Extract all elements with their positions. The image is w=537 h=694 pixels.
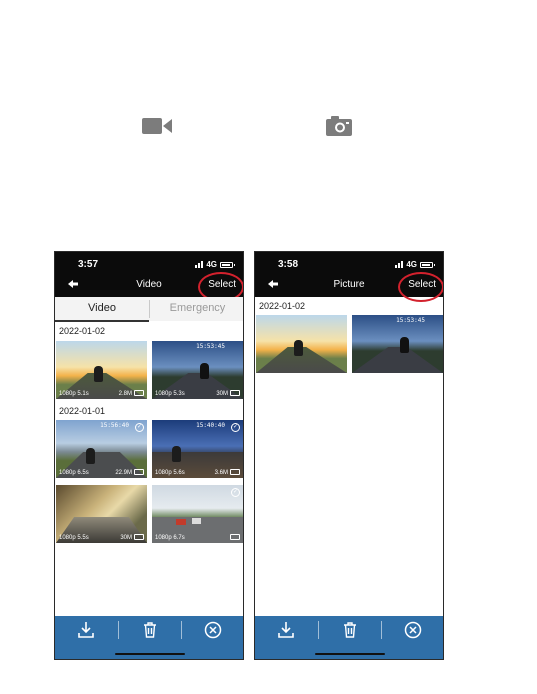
select-check-icon[interactable]: ✓: [135, 423, 144, 432]
video-meta: 1080p 5.6s: [155, 470, 185, 476]
tab-emergency[interactable]: Emergency: [150, 302, 243, 314]
date-header: 2022-01-01: [59, 406, 106, 416]
video-thumbnail[interactable]: 1080p 5.5s 30M: [56, 485, 147, 543]
tab-bar: Video Emergency: [55, 297, 243, 322]
bottom-action-bar: [255, 616, 443, 659]
video-type-icon: [134, 469, 144, 475]
select-check-icon[interactable]: ✓: [231, 423, 240, 432]
date-header: 2022-01-02: [259, 301, 306, 311]
network-label: 4G: [206, 260, 217, 269]
signal-icon: [395, 261, 404, 268]
video-thumbnail[interactable]: 15:56:40 ✓ 1080p 6.5s 22.9M: [56, 420, 147, 478]
select-check-icon[interactable]: ✓: [231, 488, 240, 497]
video-size: 22.9M: [115, 470, 132, 476]
home-indicator: [115, 653, 185, 655]
select-highlight-ring: [398, 272, 443, 302]
video-thumbnail[interactable]: ✓ 1080p 6.7s: [152, 485, 243, 543]
video-timestamp: 15:53:45: [196, 343, 225, 350]
home-indicator: [315, 653, 385, 655]
battery-icon: [220, 261, 235, 268]
photo-camera-icon[interactable]: [326, 116, 352, 136]
picture-screen: 3:58 4G Picture Select 2022-01-02 15:53:…: [254, 251, 444, 660]
video-size: 3.6M: [214, 470, 228, 476]
video-type-icon: [230, 469, 240, 475]
photo-thumbnail[interactable]: 15:53:45: [352, 315, 443, 373]
download-icon[interactable]: [77, 621, 95, 639]
trash-icon[interactable]: [141, 621, 159, 639]
video-type-icon: [134, 390, 144, 396]
video-timestamp: 15:56:40: [100, 422, 129, 429]
video-camera-icon[interactable]: [142, 116, 172, 136]
video-meta: 1080p 5.1s: [59, 391, 89, 397]
photo-thumbnail[interactable]: [256, 315, 347, 373]
network-label: 4G: [406, 260, 417, 269]
video-size: 2.8M: [118, 391, 132, 397]
video-thumbnail[interactable]: 1080p 5.1s 2.8M: [56, 341, 147, 399]
status-time: 3:58: [278, 259, 299, 270]
download-icon[interactable]: [277, 621, 295, 639]
tab-video[interactable]: Video: [55, 302, 149, 314]
active-tab-indicator: [55, 320, 149, 322]
bar-divider: [181, 621, 182, 639]
video-timestamp: 15:40:40: [196, 422, 225, 429]
video-type-icon: [134, 534, 144, 540]
bar-divider: [118, 621, 119, 639]
bar-divider: [318, 621, 319, 639]
bar-divider: [381, 621, 382, 639]
status-time: 3:57: [78, 259, 99, 270]
video-thumbnail[interactable]: 15:40:40 ✓ 1080p 5.6s 3.6M: [152, 420, 243, 478]
bottom-action-bar: [55, 616, 243, 659]
video-meta: 1080p 6.5s: [59, 470, 89, 476]
video-meta: 1080p 6.7s: [155, 535, 185, 541]
close-circle-icon[interactable]: [404, 621, 422, 639]
video-type-icon: [230, 534, 240, 540]
video-meta: 1080p 5.3s: [155, 391, 185, 397]
video-screen: 3:57 4G Video Select Video Emergency 202…: [54, 251, 244, 660]
battery-icon: [420, 261, 435, 268]
photo-timestamp: 15:53:45: [396, 317, 425, 324]
video-size: 30M: [216, 391, 228, 397]
video-type-icon: [230, 390, 240, 396]
date-header: 2022-01-02: [59, 326, 106, 336]
video-size: 30M: [120, 535, 132, 541]
status-icons: 4G: [195, 260, 235, 269]
video-meta: 1080p 5.5s: [59, 535, 89, 541]
signal-icon: [195, 261, 204, 268]
status-icons: 4G: [395, 260, 435, 269]
close-circle-icon[interactable]: [204, 621, 222, 639]
video-thumbnail[interactable]: 15:53:45 1080p 5.3s 30M: [152, 341, 243, 399]
trash-icon[interactable]: [341, 621, 359, 639]
